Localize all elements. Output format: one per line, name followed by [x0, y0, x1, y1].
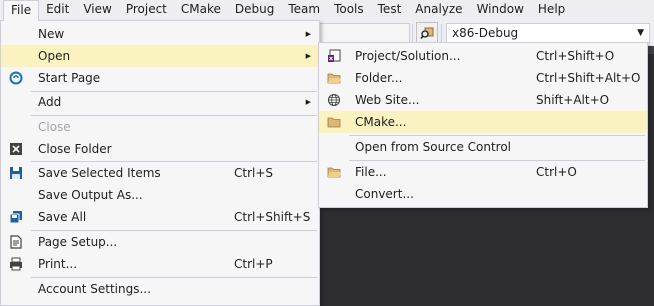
menu-item-save-output[interactable]: Save Output As...: [1, 184, 319, 206]
menu-item-shortcut: Ctrl+O: [536, 165, 577, 179]
platform-value: x86-Debug: [452, 26, 519, 40]
find-button[interactable]: [416, 22, 438, 44]
menu-item-label: Start Page: [38, 71, 101, 85]
close-icon: [10, 143, 22, 155]
configuration-combo[interactable]: [319, 23, 410, 43]
menu-item-shortcut: Ctrl+Shift+O: [536, 49, 615, 63]
menu-item-label: CMake...: [355, 115, 407, 129]
menu-analyze[interactable]: Analyze: [408, 0, 469, 20]
menu-item-label: Add: [38, 95, 62, 109]
menu-item-label: Web Site...: [355, 93, 420, 107]
menu-tools[interactable]: Tools: [327, 0, 371, 20]
menu-item-label: Open: [38, 49, 71, 63]
menu-window[interactable]: Window: [470, 0, 531, 20]
menu-item-file[interactable]: File... Ctrl+O: [319, 161, 647, 183]
menu-item-label: File...: [355, 165, 387, 179]
find-icon: [420, 27, 434, 39]
folder-icon: [327, 117, 341, 128]
menu-item-shortcut: Ctrl+Shift+S: [234, 210, 311, 224]
open-file-icon: [327, 167, 341, 178]
save-icon: [10, 167, 22, 179]
menu-view[interactable]: View: [76, 0, 118, 20]
project-solution-icon: [328, 49, 341, 62]
menu-item-label: Print...: [38, 257, 78, 271]
menu-item-label: Folder...: [355, 71, 403, 85]
menu-item-label: Project/Solution...: [355, 49, 461, 63]
folder-icon: [327, 73, 341, 84]
menu-cmake[interactable]: CMake: [174, 0, 228, 20]
menu-item-web-site[interactable]: Web Site... Shift+Alt+O: [319, 89, 647, 111]
menu-item-save-all[interactable]: Save All Ctrl+Shift+S: [1, 206, 319, 228]
menu-item-label: Page Setup...: [38, 235, 118, 249]
toolbar-separator: [412, 24, 413, 42]
menu-item-cmake[interactable]: CMake...: [319, 111, 647, 133]
menu-item-label: Close Folder: [38, 142, 112, 156]
menu-project[interactable]: Project: [119, 0, 174, 20]
menu-item-label: Convert...: [355, 187, 414, 201]
menu-item-shortcut: Ctrl+P: [234, 257, 273, 271]
menu-item-start-page[interactable]: Start Page: [1, 67, 319, 89]
menu-item-shortcut: Shift+Alt+O: [536, 93, 610, 107]
menu-edit[interactable]: Edit: [39, 0, 76, 20]
menu-item-shortcut: Ctrl+S: [234, 166, 274, 180]
submenu-arrow-icon: ▶: [305, 52, 311, 60]
menu-item-add[interactable]: Add ▶: [1, 91, 319, 113]
globe-icon: [327, 93, 341, 107]
menu-item-label: Save Selected Items: [38, 166, 161, 180]
menu-item-folder[interactable]: Folder... Ctrl+Shift+Alt+O: [319, 67, 647, 89]
platform-dropdown[interactable]: x86-Debug ▼: [446, 23, 650, 43]
save-all-icon: [9, 211, 22, 224]
page-setup-icon: [10, 235, 22, 249]
menu-item-label: Close: [38, 120, 71, 134]
menu-debug[interactable]: Debug: [228, 0, 281, 20]
menu-item-shortcut: Ctrl+Shift+Alt+O: [536, 71, 641, 85]
menu-item-label: Save All: [38, 210, 87, 224]
file-menu: New ▶ Open ▶ Start Page Add ▶ Close Clos…: [0, 20, 320, 306]
menu-item-new[interactable]: New ▶: [1, 23, 319, 45]
menu-test[interactable]: Test: [371, 0, 409, 20]
open-submenu: Project/Solution... Ctrl+Shift+O Folder.…: [318, 42, 648, 208]
menu-team[interactable]: Team: [281, 0, 327, 20]
printer-icon: [10, 257, 22, 271]
menu-item-print[interactable]: Print... Ctrl+P: [1, 253, 319, 275]
menu-bar: File Edit View Project CMake Debug Team …: [0, 0, 654, 21]
toolbar-separator: [441, 24, 442, 42]
menu-item-project-solution[interactable]: Project/Solution... Ctrl+Shift+O: [319, 45, 647, 67]
menu-item-close-folder[interactable]: Close Folder: [1, 138, 319, 160]
submenu-arrow-icon: ▶: [305, 98, 311, 106]
menu-item-page-setup[interactable]: Page Setup...: [1, 231, 319, 253]
menu-item-convert[interactable]: Convert...: [319, 183, 647, 205]
menu-item-open[interactable]: Open ▶: [1, 45, 319, 67]
menu-item-save-selected[interactable]: Save Selected Items Ctrl+S: [1, 162, 319, 184]
menu-item-source-control[interactable]: Open from Source Control: [319, 136, 647, 158]
menu-item-label: New: [38, 27, 65, 41]
menu-file[interactable]: File: [3, 0, 40, 21]
menu-item-label: Open from Source Control: [355, 140, 512, 154]
submenu-arrow-icon: ▶: [305, 30, 311, 38]
menu-item-account-settings[interactable]: Account Settings...: [1, 278, 319, 300]
menu-item-label: Save Output As...: [38, 188, 143, 202]
menu-item-close: Close: [1, 116, 319, 138]
menu-help[interactable]: Help: [531, 0, 572, 20]
chevron-down-icon: ▼: [637, 28, 644, 38]
menu-item-label: Account Settings...: [38, 282, 151, 296]
start-page-icon: [9, 71, 23, 85]
